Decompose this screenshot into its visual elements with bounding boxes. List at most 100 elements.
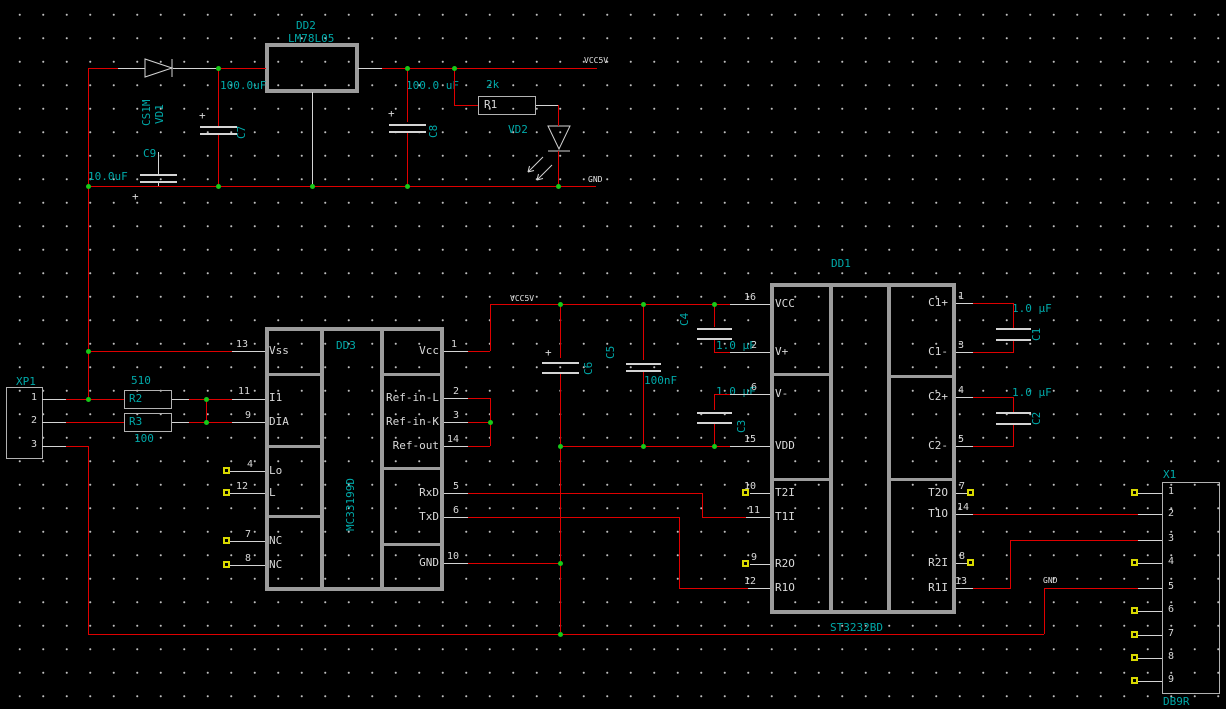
c8-value: 100.0 uF [406, 80, 459, 91]
wire-segment [189, 399, 232, 400]
dd1-pin-name: R1O [775, 582, 795, 593]
dd3-pin-name: Vcc [383, 345, 439, 356]
pin-lead [42, 422, 66, 423]
wire-segment [382, 68, 597, 69]
connector-xp1-body[interactable] [6, 387, 43, 459]
dd1-pin-name: VCC [775, 298, 795, 309]
dd3-pin-num: 12 [236, 482, 248, 492]
wire-segment [189, 422, 232, 423]
pin-lead [172, 399, 189, 400]
no-connect-marker [1131, 489, 1138, 496]
junction-dot [405, 184, 410, 189]
diode-vd1-icon [145, 59, 172, 77]
wire-segment [1013, 341, 1014, 352]
no-connect-marker [742, 489, 749, 496]
wire-segment [973, 352, 1014, 353]
net-label-gnd-top: GND [588, 176, 602, 184]
schematic-canvas[interactable]: DD2 LM78L05 CS1M VD1 100.0uF C7 + 100.0 … [0, 0, 1226, 709]
no-connect-marker [967, 559, 974, 566]
pin-lead [230, 471, 265, 472]
wire-segment [454, 68, 455, 105]
wire-segment [973, 303, 1014, 304]
junction-dot [641, 444, 646, 449]
c3-value: 1.0 µF [716, 386, 756, 397]
xp1-pin-2: 2 [31, 416, 37, 426]
vd1-ref: VD1 [154, 88, 165, 124]
no-connect-marker [223, 537, 230, 544]
dd3-pin-name: GND [383, 557, 439, 568]
dd1-pin-name: T1O [897, 508, 948, 519]
dd1-pin-num: 7 [959, 482, 965, 492]
dd3-pin-num: 2 [453, 387, 459, 397]
wire-segment [679, 517, 680, 588]
dd1-pin-num: 16 [744, 293, 756, 303]
dd3-pin-name: Ref-in-K [383, 416, 439, 427]
pin-lead [956, 352, 973, 353]
dd3-pin-name: NC [269, 535, 282, 546]
wire-segment [643, 372, 644, 446]
c2-value: 1.0 µF [1012, 387, 1052, 398]
c7-value: 100.0uF [220, 80, 266, 91]
dd1-pin-num: 14 [957, 503, 969, 513]
wire-segment [714, 424, 715, 446]
pin-lead [232, 399, 265, 400]
chip-divider [384, 373, 440, 376]
dd3-pin-name: I1 [269, 392, 282, 403]
dd2-part: LM78L05 [288, 33, 334, 44]
junction-dot [488, 420, 493, 425]
pin-lead [536, 105, 558, 106]
xp1-pin-3: 3 [31, 440, 37, 450]
r3-ref: R3 [129, 416, 142, 427]
junction-dot [712, 444, 717, 449]
dd3-pin-num: 3 [453, 411, 459, 421]
junction-dot [86, 184, 91, 189]
dd1-pin-name: C2- [897, 440, 948, 451]
wire-segment [88, 399, 124, 400]
wire-segment [1013, 425, 1014, 446]
dd3-pin-num: 5 [453, 482, 459, 492]
c8-plus: + [388, 108, 395, 119]
wire-segment [560, 304, 561, 358]
wire-segment [468, 422, 490, 423]
dd3-pin-name: Lo [269, 465, 282, 476]
capacitor-plate [697, 412, 732, 414]
dd1-pin-name: T2I [775, 487, 795, 498]
regulator-dd2-body[interactable] [265, 43, 359, 93]
pin-lead [444, 351, 468, 352]
capacitor-plate [389, 124, 426, 126]
wire-segment [66, 399, 88, 400]
pin-lead [42, 399, 66, 400]
dd1-pin-name: C1+ [897, 297, 948, 308]
pin-lead [232, 422, 265, 423]
x1-pin-9: 9 [1168, 675, 1174, 685]
pin-lead [1138, 681, 1162, 682]
no-connect-marker [1131, 559, 1138, 566]
pin-lead [748, 588, 770, 589]
pin-lead [173, 68, 218, 69]
c1-ref: C1 [1031, 325, 1042, 341]
net-label-gnd-bottom: GND [1043, 577, 1057, 585]
pin-lead [444, 422, 468, 423]
pin-lead [746, 517, 770, 518]
dd3-pin-num: 10 [447, 552, 459, 562]
c5-ref: C5 [605, 343, 616, 359]
pin-lead [1138, 658, 1162, 659]
pin-lead [444, 398, 468, 399]
wire-segment [218, 135, 219, 186]
ic-dd3-body[interactable] [265, 327, 444, 591]
wire-segment [88, 68, 120, 69]
junction-dot [452, 66, 457, 71]
wire-segment [468, 563, 560, 564]
xp1-pin-1: 1 [31, 393, 37, 403]
x1-pin-3: 3 [1168, 534, 1174, 544]
chip-divider [384, 543, 440, 546]
chip-divider [774, 478, 829, 481]
x1-part: DB9R [1163, 696, 1190, 707]
pin-lead [956, 397, 973, 398]
wire-segment [714, 340, 715, 352]
pin-lead [1138, 540, 1162, 541]
pin-lead [730, 352, 770, 353]
r1-ref: R1 [484, 99, 497, 110]
wire-segment [1044, 588, 1138, 589]
wire-segment [1010, 540, 1011, 588]
